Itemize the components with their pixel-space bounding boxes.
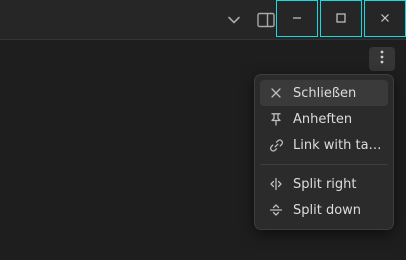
menu-item-label: Split down bbox=[293, 202, 362, 218]
sidebar-toggle-icon[interactable] bbox=[256, 12, 276, 28]
menu-item-split-down[interactable]: Split down bbox=[260, 197, 388, 223]
split-vertical-icon bbox=[268, 176, 284, 192]
menu-separator bbox=[260, 164, 388, 165]
menu-item-label: Schließen bbox=[293, 85, 357, 101]
menu-item-split-right[interactable]: Split right bbox=[260, 171, 388, 197]
menu-item-label: Anheften bbox=[293, 111, 353, 127]
maximize-button[interactable] bbox=[320, 0, 362, 37]
menu-item-close[interactable]: Schließen bbox=[260, 80, 388, 106]
link-icon bbox=[268, 137, 284, 153]
minimize-button[interactable] bbox=[276, 0, 318, 37]
maximize-icon bbox=[335, 9, 347, 28]
title-bar bbox=[0, 0, 406, 40]
more-vertical-icon bbox=[379, 49, 385, 69]
close-window-button[interactable] bbox=[364, 0, 406, 37]
menu-item-label: Split right bbox=[293, 176, 357, 192]
pin-icon bbox=[268, 111, 284, 127]
close-icon bbox=[268, 85, 284, 101]
chevron-down-icon[interactable] bbox=[226, 12, 242, 28]
more-options-button[interactable] bbox=[369, 47, 395, 71]
tab-context-menu: Schließen Anheften Link with tab... Spli… bbox=[254, 74, 394, 230]
menu-item-link-with-tab[interactable]: Link with tab... bbox=[260, 132, 388, 158]
menu-item-pin[interactable]: Anheften bbox=[260, 106, 388, 132]
minimize-icon bbox=[291, 9, 303, 28]
close-icon bbox=[379, 9, 391, 28]
split-horizontal-icon bbox=[268, 202, 284, 218]
menu-item-label: Link with tab... bbox=[293, 137, 388, 153]
